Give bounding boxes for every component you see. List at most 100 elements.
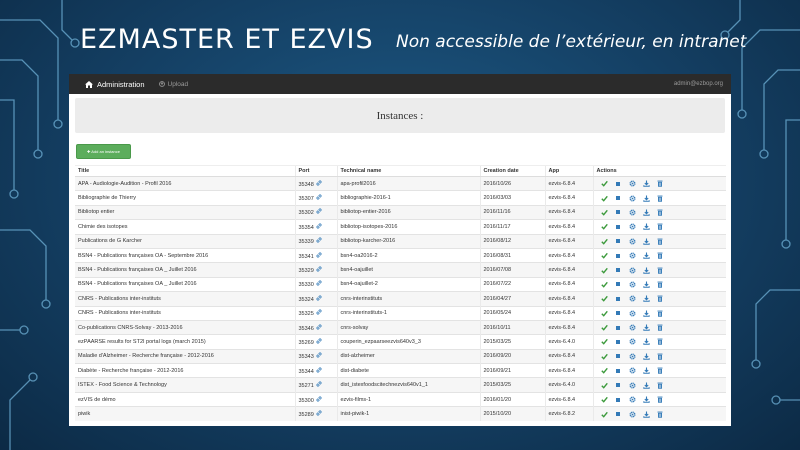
download-icon[interactable] [642,223,650,231]
download-icon[interactable] [642,367,650,375]
link-icon[interactable] [316,352,322,358]
check-icon[interactable] [600,252,608,259]
download-icon[interactable] [642,252,650,259]
stop-icon[interactable] [615,324,622,331]
stop-icon[interactable] [615,367,622,374]
download-icon[interactable] [642,382,650,389]
gear-icon[interactable] [628,324,636,331]
stop-icon[interactable] [615,353,622,360]
trash-icon[interactable] [657,180,664,187]
gear-icon[interactable] [628,281,636,288]
gear-icon[interactable] [628,310,636,317]
link-icon[interactable] [316,396,322,402]
check-icon[interactable] [600,310,608,317]
stop-icon[interactable] [615,209,622,216]
download-icon[interactable] [642,353,650,360]
stop-icon[interactable] [615,195,622,202]
trash-icon[interactable] [657,338,664,346]
trash-icon[interactable] [657,267,664,274]
download-icon[interactable] [642,411,650,418]
gear-icon[interactable] [628,367,636,374]
gear-icon[interactable] [628,382,636,389]
stop-icon[interactable] [615,396,622,403]
gear-icon[interactable] [628,267,636,274]
check-icon[interactable] [600,209,608,216]
trash-icon[interactable] [657,310,664,317]
stop-icon[interactable] [615,252,622,259]
link-icon[interactable] [316,266,322,272]
download-icon[interactable] [642,338,650,346]
gear-icon[interactable] [628,396,636,403]
gear-icon[interactable] [628,238,636,245]
download-icon[interactable] [642,195,650,202]
download-icon[interactable] [642,281,650,288]
link-icon[interactable] [316,381,322,387]
link-icon[interactable] [316,338,322,344]
stop-icon[interactable] [615,223,622,230]
link-icon[interactable] [316,324,322,330]
trash-icon[interactable] [657,209,664,216]
check-icon[interactable] [600,367,608,375]
stop-icon[interactable] [615,295,622,302]
gear-icon[interactable] [628,252,636,259]
trash-icon[interactable] [657,382,664,389]
check-icon[interactable] [600,180,608,187]
download-icon[interactable] [642,310,650,317]
download-icon[interactable] [642,267,650,274]
trash-icon[interactable] [657,411,664,418]
stop-icon[interactable] [615,267,622,274]
add-instance-button[interactable]: ✚ Add an instance [76,144,131,159]
download-icon[interactable] [642,180,650,187]
stop-icon[interactable] [615,281,622,288]
trash-icon[interactable] [657,238,664,245]
gear-icon[interactable] [628,223,636,230]
check-icon[interactable] [600,223,608,231]
link-icon[interactable] [316,410,322,416]
gear-icon[interactable] [628,195,636,202]
gear-icon[interactable] [628,338,636,345]
trash-icon[interactable] [657,223,664,231]
trash-icon[interactable] [657,353,664,360]
check-icon[interactable] [600,238,608,245]
link-icon[interactable] [316,252,322,258]
link-icon[interactable] [316,208,322,214]
download-icon[interactable] [642,209,650,216]
check-icon[interactable] [600,324,608,331]
check-icon[interactable] [600,281,608,288]
trash-icon[interactable] [657,252,664,259]
link-icon[interactable] [316,223,322,229]
download-icon[interactable] [642,295,650,303]
gear-icon[interactable] [628,209,636,216]
download-icon[interactable] [642,238,650,245]
stop-icon[interactable] [615,180,622,187]
stop-icon[interactable] [615,382,622,389]
check-icon[interactable] [600,195,608,202]
check-icon[interactable] [600,353,608,360]
link-icon[interactable] [316,309,322,315]
nav-upload-link[interactable]: Upload [158,81,188,88]
stop-icon[interactable] [615,338,622,345]
trash-icon[interactable] [657,324,664,331]
check-icon[interactable] [600,338,608,346]
gear-icon[interactable] [628,180,636,187]
check-icon[interactable] [600,295,608,303]
download-icon[interactable] [642,396,650,403]
check-icon[interactable] [600,396,608,403]
trash-icon[interactable] [657,396,664,403]
download-icon[interactable] [642,324,650,331]
gear-icon[interactable] [628,353,636,360]
stop-icon[interactable] [615,411,622,418]
check-icon[interactable] [600,411,608,418]
link-icon[interactable] [316,237,322,243]
trash-icon[interactable] [657,195,664,202]
nav-brand[interactable]: Administration [85,80,145,89]
trash-icon[interactable] [657,295,664,303]
stop-icon[interactable] [615,310,622,317]
link-icon[interactable] [316,194,322,200]
link-icon[interactable] [316,367,322,373]
link-icon[interactable] [316,180,322,186]
trash-icon[interactable] [657,367,664,374]
nav-user[interactable]: admin@ezbop.org [674,81,723,87]
link-icon[interactable] [316,280,322,286]
link-icon[interactable] [316,295,322,301]
